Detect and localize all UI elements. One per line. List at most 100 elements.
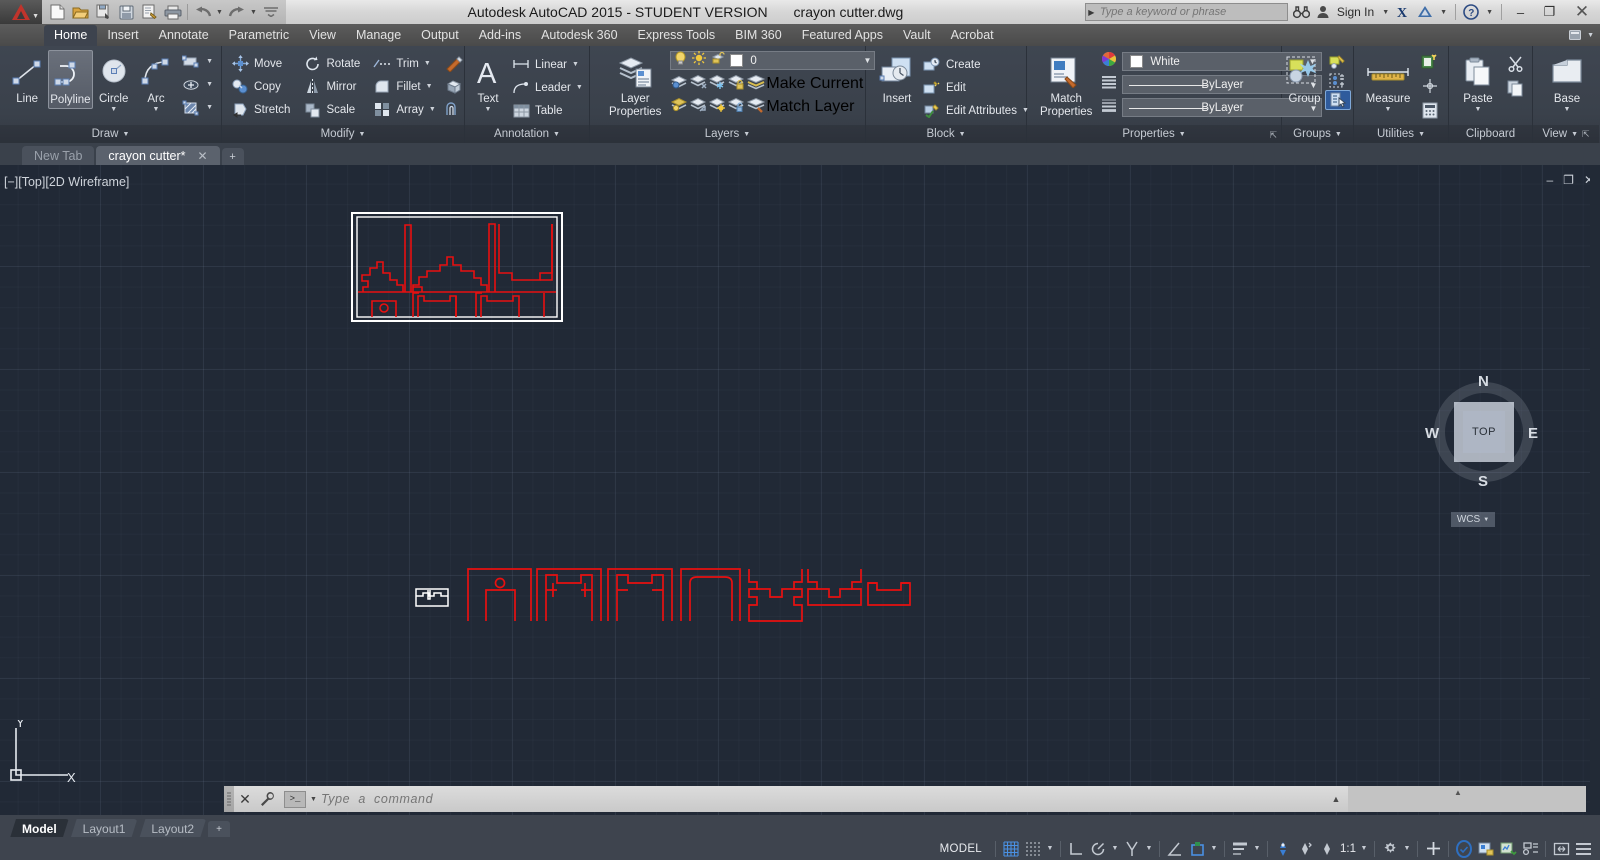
modify-explode-button[interactable] (442, 52, 466, 75)
annotation-leader-button[interactable]: Leader ▼ (509, 76, 585, 99)
annotation-scale-value[interactable]: 1:1 (1338, 843, 1358, 855)
layer-lock-icon[interactable] (727, 73, 746, 95)
tab-vault[interactable]: Vault (893, 25, 941, 46)
chevron-down-icon[interactable]: ▼ (553, 131, 560, 138)
linetype-icon[interactable] (1101, 74, 1117, 95)
color-wheel-icon[interactable] (1101, 51, 1117, 72)
plot-preview-icon[interactable] (138, 2, 161, 22)
fullscreen-icon[interactable] (1550, 838, 1572, 860)
panel-utilities-title[interactable]: Utilities ▼ (1354, 125, 1448, 143)
block-edit-attributes-button[interactable]: Edit Attributes ▼ (920, 99, 1031, 122)
autodesk-a360-icon[interactable] (1414, 0, 1436, 24)
base-view-button[interactable]: Base ▼ (1539, 50, 1595, 115)
view-dialog-launcher[interactable]: ⇱ (1582, 129, 1590, 140)
tab-output[interactable]: Output (411, 25, 469, 46)
user-account-icon[interactable] (1313, 0, 1333, 24)
layer-freeze-icon[interactable] (708, 73, 727, 95)
snap-mode-toggle[interactable] (1022, 838, 1044, 860)
ribbon-display-options-icon[interactable] (1564, 25, 1587, 45)
command-input[interactable] (320, 792, 1324, 806)
saveas-icon[interactable] (92, 2, 115, 22)
chevron-down-icon[interactable]: ▼ (959, 131, 966, 138)
panel-annotation-title[interactable]: Annotation ▼ (465, 125, 589, 143)
tab-annotate[interactable]: Annotate (149, 25, 219, 46)
customization-icon[interactable] (1572, 838, 1594, 860)
chevron-down-icon[interactable]: ▼ (1475, 106, 1482, 113)
ribbon-chevron-down-icon[interactable]: ▼ (1587, 32, 1594, 39)
polar-dropdown-icon[interactable]: ▼ (1109, 838, 1121, 860)
sign-in-dropdown-icon[interactable]: ▼ (1378, 9, 1393, 16)
command-line-settings-icon[interactable] (256, 791, 280, 807)
annotation-linear-button[interactable]: Linear ▼ (509, 53, 585, 76)
match-layer-icon[interactable] (746, 96, 766, 118)
chevron-down-icon[interactable]: ▼ (206, 104, 213, 111)
qat-more-icon[interactable] (259, 2, 282, 22)
chevron-down-icon[interactable]: ▼ (424, 60, 431, 67)
polar-tracking-toggle[interactable] (1087, 838, 1109, 860)
open-icon[interactable] (69, 2, 92, 22)
command-history-icon[interactable]: ▲ (1324, 794, 1348, 804)
help-icon[interactable]: ? (1460, 0, 1482, 24)
lineweight-icon[interactable] (1101, 97, 1117, 118)
chevron-down-icon[interactable]: ▼ (743, 131, 750, 138)
ungroup-button[interactable] (1325, 52, 1351, 71)
object-snap-tracking-toggle[interactable] (1121, 838, 1143, 860)
annotation-text-button[interactable]: A Text ▼ (471, 50, 505, 115)
command-prompt-icon[interactable]: >_ (284, 790, 306, 808)
ortho-mode-toggle[interactable] (1065, 838, 1087, 860)
infocenter-search[interactable]: ▶ (1084, 3, 1288, 21)
view-cube-west-label[interactable]: W (1425, 425, 1439, 442)
isolate-objects-icon[interactable] (1475, 838, 1497, 860)
lineweight-toggle[interactable] (1229, 838, 1251, 860)
chevron-down-icon[interactable]: ▼ (576, 84, 583, 91)
snap-dropdown-icon[interactable]: ▼ (1044, 838, 1056, 860)
group-button[interactable]: Group (1284, 50, 1325, 107)
sun-icon[interactable] (692, 51, 707, 70)
drawing-canvas[interactable]: [−][Top][2D Wireframe] – ❐ ✕ Y X TOP N S… (0, 165, 1600, 815)
doc-tab-crayon-cutter[interactable]: crayon cutter* ✕ (96, 146, 220, 165)
tab-parametric[interactable]: Parametric (219, 25, 299, 46)
chevron-down-icon[interactable]: ▼ (122, 131, 129, 138)
draw-ellipse-button[interactable]: ▼ (179, 73, 215, 96)
model-space-button[interactable]: MODEL (931, 843, 991, 855)
draw-line-button[interactable]: Line (6, 50, 48, 107)
modify-move-button[interactable]: Move (228, 52, 292, 75)
angle-constraint-icon[interactable] (1164, 838, 1186, 860)
copy-clip-button[interactable] (1503, 76, 1527, 100)
unlock-icon[interactable] (711, 51, 726, 70)
undo-dropdown-icon[interactable]: ▼ (214, 2, 225, 22)
grid-display-toggle[interactable] (1000, 838, 1022, 860)
hardware-acceleration-icon[interactable] (1453, 838, 1475, 860)
chevron-down-icon[interactable]: ▼ (572, 61, 579, 68)
layout-tab-model[interactable]: Model (10, 819, 69, 838)
workspace-switching-icon[interactable] (1379, 838, 1401, 860)
osnap-dropdown-icon[interactable]: ▼ (1208, 838, 1220, 860)
annotation-visibility-toggle[interactable] (1272, 838, 1294, 860)
layer-unisolate-icon[interactable] (670, 96, 689, 118)
panel-modify-title[interactable]: Modify ▼ (222, 125, 464, 143)
command-line[interactable]: ✕ >_ ▼ ▲ (224, 786, 1348, 812)
tab-express-tools[interactable]: Express Tools (628, 25, 726, 46)
paste-button[interactable]: Paste ▼ (1455, 50, 1501, 115)
clean-screen-tools-icon[interactable] (1519, 838, 1541, 860)
close-command-line-icon[interactable]: ✕ (234, 791, 256, 808)
group-edit-button[interactable] (1325, 71, 1351, 90)
object-snap-toggle[interactable] (1186, 838, 1208, 860)
wcs-selector[interactable]: WCS ▼ (1451, 512, 1495, 527)
view-cube[interactable]: TOP N S E W (1420, 368, 1548, 496)
quick-select-button[interactable] (1418, 50, 1442, 74)
scale-dropdown-icon[interactable]: ▼ (1358, 838, 1370, 860)
tab-add-ins[interactable]: Add-ins (469, 25, 531, 46)
layout-tab-layout1[interactable]: Layout1 (71, 819, 138, 838)
new-document-tab-button[interactable]: + (221, 148, 244, 165)
redo-icon[interactable] (225, 2, 248, 22)
layer-color-swatch[interactable] (730, 54, 744, 67)
chevron-down-icon[interactable]: ▼ (1335, 131, 1342, 138)
panel-properties-title[interactable]: Properties ▼ (1027, 125, 1281, 143)
annotation-autoscale-toggle[interactable] (1294, 838, 1316, 860)
tab-insert[interactable]: Insert (97, 25, 148, 46)
tab-bim-360[interactable]: BIM 360 (725, 25, 792, 46)
chevron-down-icon[interactable]: ▼ (358, 131, 365, 138)
a360-dropdown-icon[interactable]: ▼ (1436, 9, 1451, 16)
search-input[interactable] (1096, 4, 1287, 20)
